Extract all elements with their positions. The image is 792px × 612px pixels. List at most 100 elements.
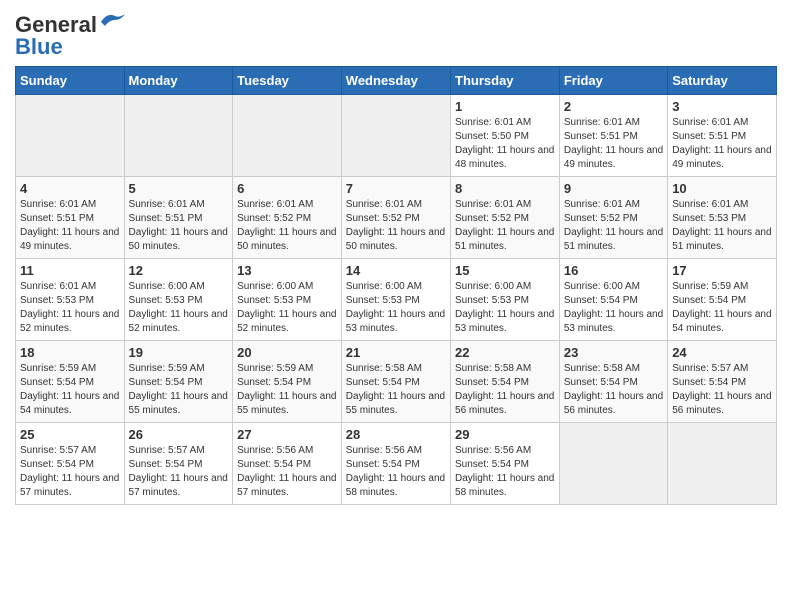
- calendar-cell: 3 Sunrise: 6:01 AM Sunset: 5:51 PM Daylig…: [668, 95, 777, 177]
- calendar-cell: 22 Sunrise: 5:58 AM Sunset: 5:54 PM Dayli…: [451, 341, 560, 423]
- day-number: 1: [455, 99, 555, 114]
- day-info: Sunrise: 6:00 AM Sunset: 5:53 PM Dayligh…: [129, 280, 229, 336]
- week-row-3: 11 Sunrise: 6:01 AM Sunset: 5:53 PM Dayli…: [16, 259, 777, 341]
- day-info: Sunrise: 5:59 AM Sunset: 5:54 PM Dayligh…: [20, 362, 120, 418]
- header-wednesday: Wednesday: [341, 67, 450, 95]
- day-info: Sunrise: 5:59 AM Sunset: 5:54 PM Dayligh…: [237, 362, 337, 418]
- day-number: 8: [455, 181, 555, 196]
- day-info: Sunrise: 5:58 AM Sunset: 5:54 PM Dayligh…: [455, 362, 555, 418]
- day-info: Sunrise: 5:59 AM Sunset: 5:54 PM Dayligh…: [672, 280, 772, 336]
- day-info: Sunrise: 6:01 AM Sunset: 5:51 PM Dayligh…: [564, 116, 663, 172]
- calendar-cell: 19 Sunrise: 5:59 AM Sunset: 5:54 PM Dayli…: [124, 341, 233, 423]
- calendar-cell: 24 Sunrise: 5:57 AM Sunset: 5:54 PM Dayli…: [668, 341, 777, 423]
- header-thursday: Thursday: [451, 67, 560, 95]
- week-row-2: 4Sunrise: 6:01 AM Sunset: 5:51 PM Daylig…: [16, 177, 777, 259]
- day-info: Sunrise: 5:57 AM Sunset: 5:54 PM Dayligh…: [20, 444, 120, 500]
- day-number: 5: [129, 181, 229, 196]
- day-number: 9: [564, 181, 663, 196]
- day-number: 18: [20, 345, 120, 360]
- calendar-cell: 1 Sunrise: 6:01 AM Sunset: 5:50 PM Daylig…: [451, 95, 560, 177]
- day-number: 22: [455, 345, 555, 360]
- day-number: 23: [564, 345, 663, 360]
- day-info: Sunrise: 6:00 AM Sunset: 5:53 PM Dayligh…: [455, 280, 555, 336]
- header-friday: Friday: [559, 67, 667, 95]
- header-sunday: Sunday: [16, 67, 125, 95]
- day-number: 26: [129, 427, 229, 442]
- day-info: Sunrise: 6:01 AM Sunset: 5:51 PM Dayligh…: [129, 198, 229, 254]
- day-number: 28: [346, 427, 446, 442]
- day-info: Sunrise: 5:58 AM Sunset: 5:54 PM Dayligh…: [564, 362, 663, 418]
- day-info: Sunrise: 6:01 AM Sunset: 5:50 PM Dayligh…: [455, 116, 555, 172]
- day-number: 15: [455, 263, 555, 278]
- day-number: 27: [237, 427, 337, 442]
- day-number: 11: [20, 263, 120, 278]
- calendar-cell: [16, 95, 125, 177]
- day-number: 13: [237, 263, 337, 278]
- day-number: 20: [237, 345, 337, 360]
- day-info: Sunrise: 5:56 AM Sunset: 5:54 PM Dayligh…: [455, 444, 555, 500]
- day-number: 2: [564, 99, 663, 114]
- day-number: 21: [346, 345, 446, 360]
- day-info: Sunrise: 5:59 AM Sunset: 5:54 PM Dayligh…: [129, 362, 229, 418]
- calendar-cell: 2 Sunrise: 6:01 AM Sunset: 5:51 PM Daylig…: [559, 95, 667, 177]
- day-info: Sunrise: 6:01 AM Sunset: 5:53 PM Dayligh…: [672, 198, 772, 254]
- day-info: Sunrise: 6:01 AM Sunset: 5:52 PM Dayligh…: [237, 198, 337, 254]
- calendar-cell: 18 Sunrise: 5:59 AM Sunset: 5:54 PM Dayli…: [16, 341, 125, 423]
- header: General Blue: [15, 10, 777, 58]
- calendar-cell: 29 Sunrise: 5:56 AM Sunset: 5:54 PM Dayli…: [451, 423, 560, 505]
- day-info: Sunrise: 6:01 AM Sunset: 5:51 PM Dayligh…: [20, 198, 120, 254]
- calendar-cell: 16 Sunrise: 6:00 AM Sunset: 5:54 PM Dayli…: [559, 259, 667, 341]
- calendar-cell: 23 Sunrise: 5:58 AM Sunset: 5:54 PM Dayli…: [559, 341, 667, 423]
- calendar-cell: 15 Sunrise: 6:00 AM Sunset: 5:53 PM Dayli…: [451, 259, 560, 341]
- day-number: 7: [346, 181, 446, 196]
- day-info: Sunrise: 6:00 AM Sunset: 5:53 PM Dayligh…: [237, 280, 337, 336]
- calendar-cell: 13 Sunrise: 6:00 AM Sunset: 5:53 PM Dayli…: [233, 259, 342, 341]
- day-info: Sunrise: 6:01 AM Sunset: 5:52 PM Dayligh…: [564, 198, 663, 254]
- day-info: Sunrise: 6:01 AM Sunset: 5:53 PM Dayligh…: [20, 280, 120, 336]
- day-info: Sunrise: 5:56 AM Sunset: 5:54 PM Dayligh…: [237, 444, 337, 500]
- calendar-cell: 7 Sunrise: 6:01 AM Sunset: 5:52 PM Daylig…: [341, 177, 450, 259]
- calendar-cell: 25 Sunrise: 5:57 AM Sunset: 5:54 PM Dayli…: [16, 423, 125, 505]
- logo-blue-text: Blue: [15, 36, 63, 58]
- header-monday: Monday: [124, 67, 233, 95]
- day-number: 29: [455, 427, 555, 442]
- logo-bird-icon: [99, 10, 129, 32]
- header-saturday: Saturday: [668, 67, 777, 95]
- calendar-cell: 21 Sunrise: 5:58 AM Sunset: 5:54 PM Dayli…: [341, 341, 450, 423]
- day-number: 25: [20, 427, 120, 442]
- day-info: Sunrise: 6:01 AM Sunset: 5:52 PM Dayligh…: [346, 198, 446, 254]
- day-info: Sunrise: 6:01 AM Sunset: 5:52 PM Dayligh…: [455, 198, 555, 254]
- calendar-cell: [124, 95, 233, 177]
- calendar-cell: 9 Sunrise: 6:01 AM Sunset: 5:52 PM Daylig…: [559, 177, 667, 259]
- calendar-cell: 6 Sunrise: 6:01 AM Sunset: 5:52 PM Daylig…: [233, 177, 342, 259]
- day-number: 3: [672, 99, 772, 114]
- calendar-cell: 28Sunrise: 5:56 AM Sunset: 5:54 PM Dayli…: [341, 423, 450, 505]
- week-row-4: 18 Sunrise: 5:59 AM Sunset: 5:54 PM Dayli…: [16, 341, 777, 423]
- calendar-cell: [341, 95, 450, 177]
- day-info: Sunrise: 6:00 AM Sunset: 5:53 PM Dayligh…: [346, 280, 446, 336]
- day-info: Sunrise: 5:57 AM Sunset: 5:54 PM Dayligh…: [672, 362, 772, 418]
- header-tuesday: Tuesday: [233, 67, 342, 95]
- calendar-cell: 12Sunrise: 6:00 AM Sunset: 5:53 PM Dayli…: [124, 259, 233, 341]
- day-number: 6: [237, 181, 337, 196]
- calendar-cell: 26 Sunrise: 5:57 AM Sunset: 5:54 PM Dayli…: [124, 423, 233, 505]
- calendar-header-row: SundayMondayTuesdayWednesdayThursdayFrid…: [16, 67, 777, 95]
- day-number: 10: [672, 181, 772, 196]
- day-info: Sunrise: 5:57 AM Sunset: 5:54 PM Dayligh…: [129, 444, 229, 500]
- week-row-1: 1 Sunrise: 6:01 AM Sunset: 5:50 PM Daylig…: [16, 95, 777, 177]
- logo: General Blue: [15, 10, 125, 58]
- calendar-cell: 8 Sunrise: 6:01 AM Sunset: 5:52 PM Daylig…: [451, 177, 560, 259]
- day-info: Sunrise: 6:01 AM Sunset: 5:51 PM Dayligh…: [672, 116, 772, 172]
- day-number: 17: [672, 263, 772, 278]
- calendar-cell: 11 Sunrise: 6:01 AM Sunset: 5:53 PM Dayli…: [16, 259, 125, 341]
- calendar-cell: 14Sunrise: 6:00 AM Sunset: 5:53 PM Dayli…: [341, 259, 450, 341]
- calendar-cell: 17 Sunrise: 5:59 AM Sunset: 5:54 PM Dayli…: [668, 259, 777, 341]
- day-number: 19: [129, 345, 229, 360]
- calendar-cell: 20 Sunrise: 5:59 AM Sunset: 5:54 PM Dayli…: [233, 341, 342, 423]
- day-info: Sunrise: 6:00 AM Sunset: 5:54 PM Dayligh…: [564, 280, 663, 336]
- calendar-cell: [559, 423, 667, 505]
- day-number: 16: [564, 263, 663, 278]
- day-number: 24: [672, 345, 772, 360]
- day-info: Sunrise: 5:58 AM Sunset: 5:54 PM Dayligh…: [346, 362, 446, 418]
- calendar-cell: 27 Sunrise: 5:56 AM Sunset: 5:54 PM Dayli…: [233, 423, 342, 505]
